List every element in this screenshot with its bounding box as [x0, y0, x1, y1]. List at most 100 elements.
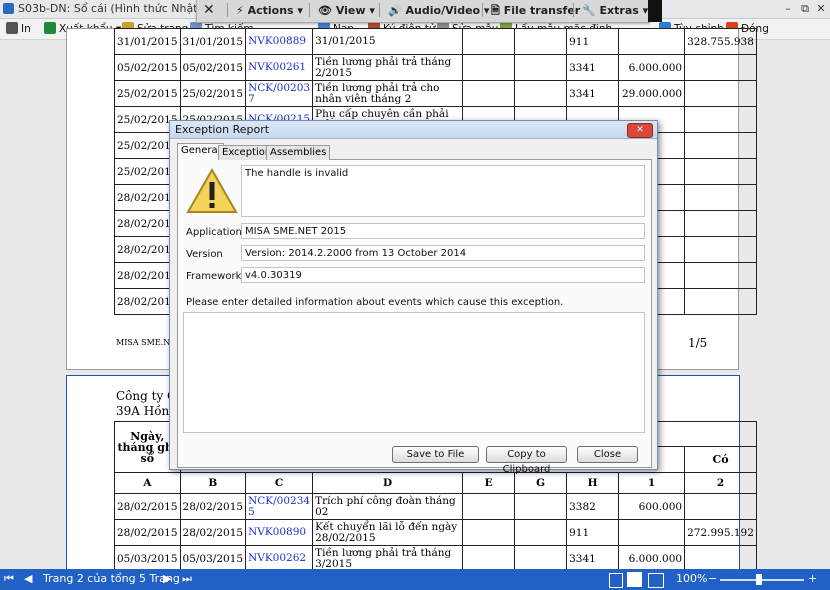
table-row: 05/02/2015 05/02/2015 NVK00261 Tiền lương p… [114, 54, 757, 81]
toolbar-pin-handle[interactable] [648, 0, 662, 22]
cell-e [462, 493, 516, 520]
cell-document-number[interactable]: NVK00890 [245, 519, 314, 546]
last-page-icon[interactable]: ⏭ [182, 572, 192, 586]
cell-account: 911 [566, 28, 620, 55]
page1-footer-left: MISA SME.NE [116, 338, 177, 347]
column-letter: A [114, 472, 181, 494]
cell-document-number[interactable]: NVK00889 [245, 28, 314, 55]
cell-document-number[interactable]: NCK/00234 5 [245, 493, 314, 520]
print-button[interactable]: In [6, 21, 31, 37]
cell-g [514, 519, 568, 546]
column-letter: 2 [684, 472, 757, 494]
minimize-button[interactable]: – [780, 1, 796, 16]
cell-credit [684, 493, 757, 520]
version-label: Version [186, 249, 223, 260]
dialog-title: Exception Report [175, 123, 270, 136]
cell-account: 3341 [566, 54, 620, 81]
cell-credit [684, 262, 757, 289]
table-row: 28/02/2015 28/02/2015 NVK00890 Kết chuyển l… [114, 519, 757, 546]
column-letter: C [245, 472, 314, 494]
warning-icon [186, 167, 238, 213]
audio-video-menu[interactable]: 🔊 Audio/Video ▾ [379, 3, 489, 19]
first-page-icon[interactable]: ⏮ [4, 572, 14, 586]
cell-record-date: 28/02/2015 [114, 519, 181, 546]
zoom-slider-track[interactable] [720, 579, 804, 581]
save-to-file-button[interactable]: Save to File [392, 446, 479, 463]
cell-document-number[interactable]: NVK00262 [245, 545, 314, 572]
speaker-icon: 🔊 [388, 4, 402, 17]
cell-credit [684, 545, 757, 572]
cell-credit [684, 184, 757, 211]
single-page-view-icon[interactable] [609, 573, 623, 588]
dialog-title-bar: Exception Report ✕ [170, 121, 657, 139]
separator [482, 3, 483, 17]
page-indicator: Trang 2 của tổng 5 Trang [43, 572, 180, 585]
zoom-in-icon[interactable]: + [808, 572, 817, 585]
copy-to-clipboard-button[interactable]: Copy to Clipboard [486, 446, 567, 475]
page1-page-number: 1/5 [688, 336, 708, 350]
cell-g [514, 545, 568, 572]
app-icon [3, 3, 14, 14]
cell-g [514, 28, 568, 55]
actions-menu[interactable]: ⚡ Actions ▾ [227, 3, 303, 19]
two-page-view-icon[interactable] [648, 573, 664, 588]
next-page-icon[interactable]: ▶ [163, 572, 171, 585]
error-message-box[interactable]: The handle is invalid [241, 165, 645, 217]
extras-menu[interactable]: 🔧 Extras ▾ [573, 3, 648, 19]
file-transfer-label: File transfer [503, 4, 581, 17]
restore-button[interactable]: ⧉ [797, 1, 813, 16]
cell-credit [684, 54, 757, 81]
cell-g [514, 493, 568, 520]
cell-document-date: 05/03/2015 [179, 545, 247, 572]
cell-record-date: 28/02/2015 [114, 493, 181, 520]
framework-field[interactable]: v4.0.30319 [241, 267, 645, 283]
tab-assemblies[interactable]: Assemblies [266, 145, 331, 160]
cell-account: 911 [566, 519, 620, 546]
framework-label: Framework [186, 271, 242, 282]
zoom-out-icon[interactable]: − [708, 572, 717, 585]
status-bar: ⏮ ◀ Trang 2 của tổng 5 Trang ▶ ⏭ 100% − … [0, 569, 830, 590]
cell-e [462, 28, 516, 55]
application-field[interactable]: MISA SME.NET 2015 [241, 223, 645, 239]
cell-e [462, 519, 516, 546]
cell-record-date: 05/02/2015 [114, 54, 181, 81]
view-menu[interactable]: 👁 View ▾ [309, 3, 375, 19]
lightning-icon: ⚡ [236, 4, 244, 17]
separator [309, 3, 310, 17]
cell-record-date: 05/03/2015 [114, 545, 181, 572]
cell-description: Kết chuyển lãi lỗ đến ngày 28/02/2015 [312, 519, 464, 546]
version-field[interactable]: Version: 2014.2.2000 from 13 October 201… [241, 245, 645, 261]
cell-document-number[interactable]: NVK00261 [245, 54, 314, 81]
cell-credit: 328.755.938 [684, 28, 757, 55]
cell-credit [684, 80, 757, 107]
separator [573, 3, 574, 17]
table-row: 05/03/2015 05/03/2015 NVK00262 Tiền lương p… [114, 545, 757, 572]
details-textarea[interactable] [183, 312, 645, 433]
actions-label: Actions [247, 4, 294, 17]
zoom-slider-thumb[interactable] [756, 574, 762, 585]
file-transfer-menu[interactable]: 🗎 File transfer [482, 3, 580, 19]
dialog-close-button[interactable]: ✕ [627, 123, 653, 138]
cell-description: Tiền lương phải trả tháng 2/2015 [312, 54, 464, 81]
continuous-view-icon[interactable] [627, 572, 642, 587]
remote-close-button[interactable]: ✕ [203, 2, 215, 18]
cell-debit: 600.000 [618, 493, 686, 520]
cell-document-number[interactable]: NCK/00203 7 [245, 80, 314, 107]
cell-credit [684, 158, 757, 185]
column-letter: 1 [618, 472, 686, 494]
cell-description: Tiền lương phải trả cho nhân viên tháng … [312, 80, 464, 107]
separator [379, 3, 380, 17]
wrench-icon: 🔧 [582, 4, 596, 17]
cell-credit [684, 106, 757, 133]
file-icon: 🗎 [491, 4, 500, 17]
cell-credit [684, 236, 757, 263]
cell-g [514, 80, 568, 107]
dialog-close-action-button[interactable]: Close [577, 446, 638, 463]
window-close-button[interactable]: ✕ [813, 1, 829, 16]
table-row: 28/02/2015 28/02/2015 NCK/00234 5 Trích phí… [114, 493, 757, 520]
prev-page-icon[interactable]: ◀ [24, 572, 32, 585]
column-letter: H [566, 472, 620, 494]
cell-account: 3382 [566, 493, 620, 520]
column-letter-row: ABCDEGH12 [114, 472, 757, 494]
eye-icon: 👁 [318, 4, 332, 17]
